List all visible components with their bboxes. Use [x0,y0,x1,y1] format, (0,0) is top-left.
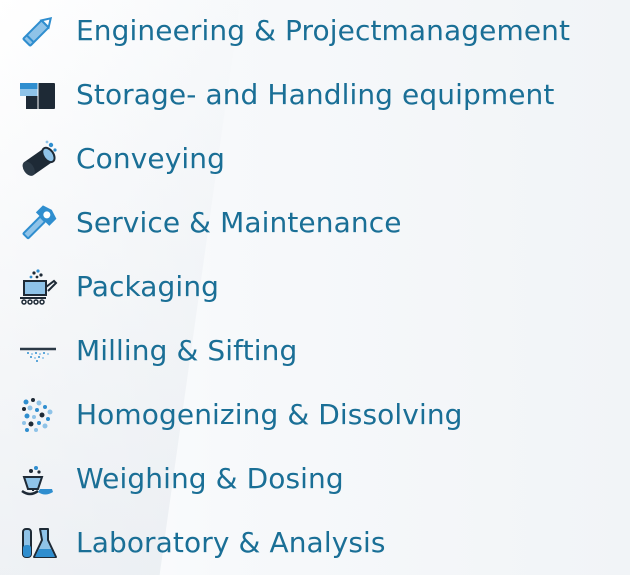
packaging-icon [18,267,58,307]
menu-item-homogenizing[interactable]: Homogenizing & Dissolving [18,387,463,443]
scale-icon [18,459,58,499]
container-icon [18,75,58,115]
menu-item-label: Milling & Sifting [76,334,298,367]
sieve-icon [18,331,58,371]
menu-item-label: Laboratory & Analysis [76,526,386,559]
pipe-icon [18,139,58,179]
menu-item-conveying[interactable]: Conveying [18,131,225,187]
menu-item-label: Storage- and Handling equipment [76,78,555,111]
menu-item-label: Weighing & Dosing [76,462,344,495]
pencil-icon [18,11,58,51]
menu-item-label: Service & Maintenance [76,206,402,239]
menu-item-milling[interactable]: Milling & Sifting [18,323,297,379]
lab-flask-icon [18,523,58,563]
menu-item-service[interactable]: Service & Maintenance [18,195,402,251]
menu-item-engineering[interactable]: Engineering & Projectmanagement [18,3,570,59]
menu-item-label: Packaging [76,270,220,303]
menu-item-packaging[interactable]: Packaging [18,259,219,315]
particles-icon [18,395,58,435]
menu-item-storage[interactable]: Storage- and Handling equipment [18,67,554,123]
menu-item-weighing[interactable]: Weighing & Dosing [18,451,344,507]
service-menu: Engineering & Projectmanagement Storage-… [0,0,630,575]
menu-item-label: Homogenizing & Dissolving [76,398,463,431]
menu-item-laboratory[interactable]: Laboratory & Analysis [18,515,386,571]
menu-item-label: Engineering & Projectmanagement [76,14,571,47]
menu-item-label: Conveying [76,142,225,175]
wrench-icon [18,203,58,243]
